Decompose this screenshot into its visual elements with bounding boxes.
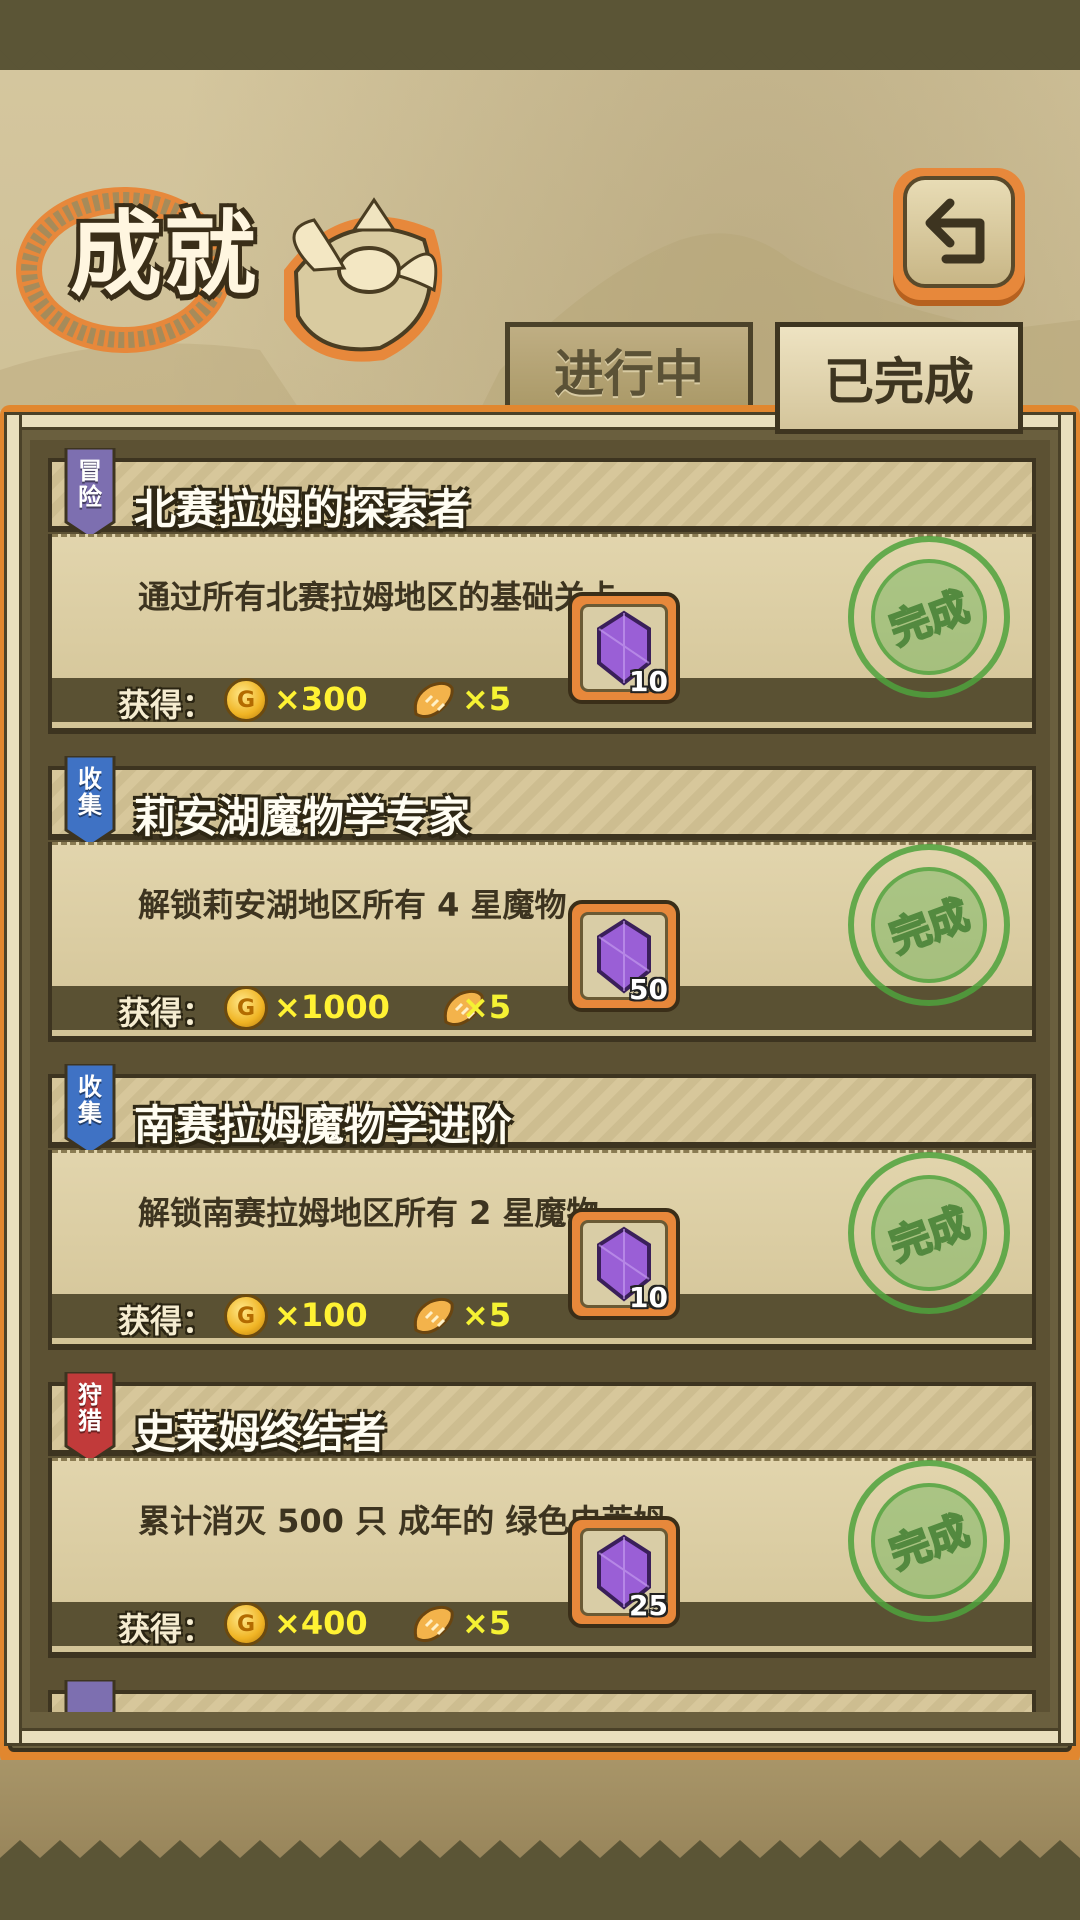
category-label: 收集 [78, 1073, 102, 1127]
category-ribbon-hunt: 狩猎 [62, 1370, 118, 1464]
complete-stamp-icon: 完成 [848, 1152, 1010, 1314]
gold-reward: ×300 [274, 680, 368, 718]
gold-coin-icon: G [224, 1294, 268, 1338]
card-body: 解锁莉安湖地区所有 4 星魔物 获得： G ×1000 ×5 50 完成 [48, 842, 1036, 1042]
gold-coin-icon: G [224, 678, 268, 722]
tab-completed-label: 已完成 [824, 353, 974, 411]
achievement-card-partial [48, 1678, 1036, 1712]
tab-in-progress-label: 进行中 [554, 345, 704, 403]
bottom-border [0, 1840, 1080, 1920]
reward-label: 获得： [118, 1610, 215, 1648]
reward-label: 获得： [118, 1302, 215, 1340]
gem-reward-slot: 10 [568, 1208, 680, 1320]
category-ribbon-collection: 收集 [62, 1062, 118, 1156]
panel-right-rail [1058, 412, 1076, 1746]
achievement-description: 解锁莉安湖地区所有 4 星魔物 [138, 886, 567, 924]
category-ribbon-collection: 收集 [62, 754, 118, 848]
top-border [0, 0, 1080, 70]
gem-reward-count: 10 [629, 665, 668, 698]
achievement-list[interactable]: 北赛拉姆的探索者 冒险 通过所有北赛拉姆地区的基础关卡 获得： G ×300 ×… [30, 440, 1050, 1712]
bread-reward: ×5 [462, 1604, 512, 1642]
complete-stamp-icon: 完成 [848, 1460, 1010, 1622]
bread-reward: ×5 [462, 680, 512, 718]
achievement-title: 北赛拉姆的探索者 [134, 485, 471, 534]
achievement-description: 通过所有北赛拉姆地区的基础关卡 [138, 578, 619, 616]
category-label: 收集 [78, 765, 102, 819]
card-body: 解锁南赛拉姆地区所有 2 星魔物 获得： G ×100 ×5 10 完成 [48, 1150, 1036, 1350]
card-body: 通过所有北赛拉姆地区的基础关卡 获得： G ×300 ×5 10 完成 [48, 534, 1036, 734]
category-label: 冒险 [78, 457, 102, 511]
achievement-title: 南赛拉姆魔物学进阶 [134, 1101, 513, 1150]
gold-coin-icon: G [224, 986, 268, 1030]
card-header: 莉安湖魔物学专家 [48, 766, 1036, 842]
card-header: 南赛拉姆魔物学进阶 [48, 1074, 1036, 1150]
gold-reward: ×1000 [274, 988, 390, 1026]
card-header: 北赛拉姆的探索者 [48, 458, 1036, 534]
category-ribbon-adventure: 冒险 [62, 446, 118, 540]
gem-reward-slot: 50 [568, 900, 680, 1012]
achievement-card: 史莱姆终结者 狩猎 累计消灭 500 只 成年的 绿色史莱姆 获得： G ×40… [48, 1370, 1036, 1662]
category-ribbon-adventure [62, 1678, 118, 1712]
bread-reward: ×5 [462, 988, 512, 1026]
gold-reward: ×400 [274, 1604, 368, 1642]
achievement-description: 解锁南赛拉姆地区所有 2 星魔物 [138, 1194, 599, 1232]
panel-left-rail [4, 412, 22, 1746]
tab-in-progress[interactable]: 进行中 [505, 322, 753, 418]
reward-label: 获得： [118, 994, 215, 1032]
achievement-card: 南赛拉姆魔物学进阶 收集 解锁南赛拉姆地区所有 2 星魔物 获得： G ×100… [48, 1062, 1036, 1354]
card-body: 累计消灭 500 只 成年的 绿色史莱姆 获得： G ×400 ×5 25 完成 [48, 1458, 1036, 1658]
gold-reward: ×100 [274, 1296, 368, 1334]
achievement-title: 史莱姆终结者 [134, 1409, 387, 1458]
page-title: 成就 [70, 200, 259, 308]
reward-label: 获得： [118, 686, 215, 724]
gem-reward-count: 25 [629, 1589, 668, 1622]
gem-reward-slot: 25 [568, 1516, 680, 1628]
complete-stamp-icon: 完成 [848, 844, 1010, 1006]
gem-reward-slot: 10 [568, 592, 680, 704]
bread-icon [413, 1605, 454, 1643]
gem-reward-count: 50 [629, 973, 668, 1006]
return-arrow-icon [925, 198, 985, 264]
complete-stamp-icon: 完成 [848, 536, 1010, 698]
achievement-card: 莉安湖魔物学专家 收集 解锁莉安湖地区所有 4 星魔物 获得： G ×1000 … [48, 754, 1036, 1046]
category-label: 狩猎 [78, 1381, 102, 1435]
achievement-card: 北赛拉姆的探索者 冒险 通过所有北赛拉姆地区的基础关卡 获得： G ×300 ×… [48, 446, 1036, 738]
achievement-title: 莉安湖魔物学专家 [134, 793, 471, 842]
tab-completed[interactable]: 已完成 [775, 322, 1023, 434]
gold-coin-icon: G [224, 1602, 268, 1646]
bread-icon [413, 1297, 454, 1335]
bread-reward: ×5 [462, 1296, 512, 1334]
bread-icon [413, 681, 454, 719]
card-header: 史莱姆终结者 [48, 1382, 1036, 1458]
gem-reward-count: 10 [629, 1281, 668, 1314]
card-header [48, 1690, 1036, 1712]
back-button[interactable] [893, 168, 1025, 306]
panel-bottom-rail [4, 1728, 1076, 1746]
